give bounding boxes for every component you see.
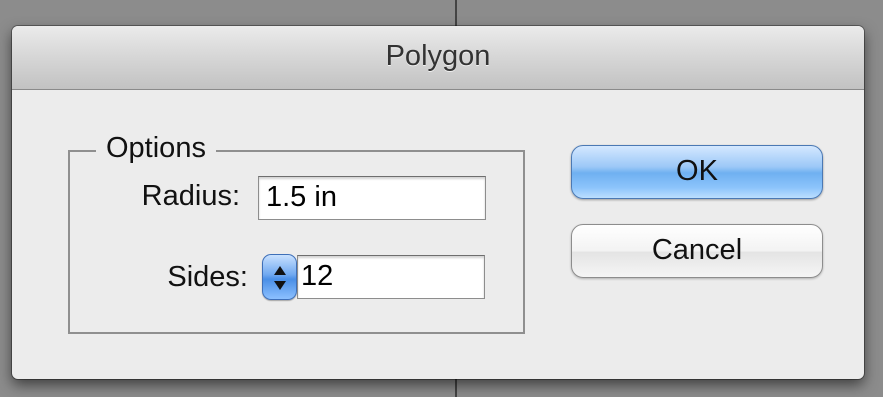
cancel-button[interactable]: Cancel <box>571 224 823 278</box>
ok-button[interactable]: OK <box>571 145 823 199</box>
radius-field[interactable]: 1.5 in <box>258 176 486 220</box>
options-group-legend: Options <box>96 132 216 165</box>
up-down-arrows-icon <box>274 266 286 290</box>
sides-field[interactable]: 12 <box>297 255 485 299</box>
dialog-titlebar[interactable]: Polygon <box>12 26 864 90</box>
radius-label: Radius: <box>141 180 240 212</box>
sides-stepper[interactable] <box>262 254 297 300</box>
sides-label: Sides: <box>167 261 248 293</box>
polygon-dialog: Polygon Options Radius: 1.5 in Sides: 12… <box>12 26 864 379</box>
dialog-title: Polygon <box>385 40 491 72</box>
